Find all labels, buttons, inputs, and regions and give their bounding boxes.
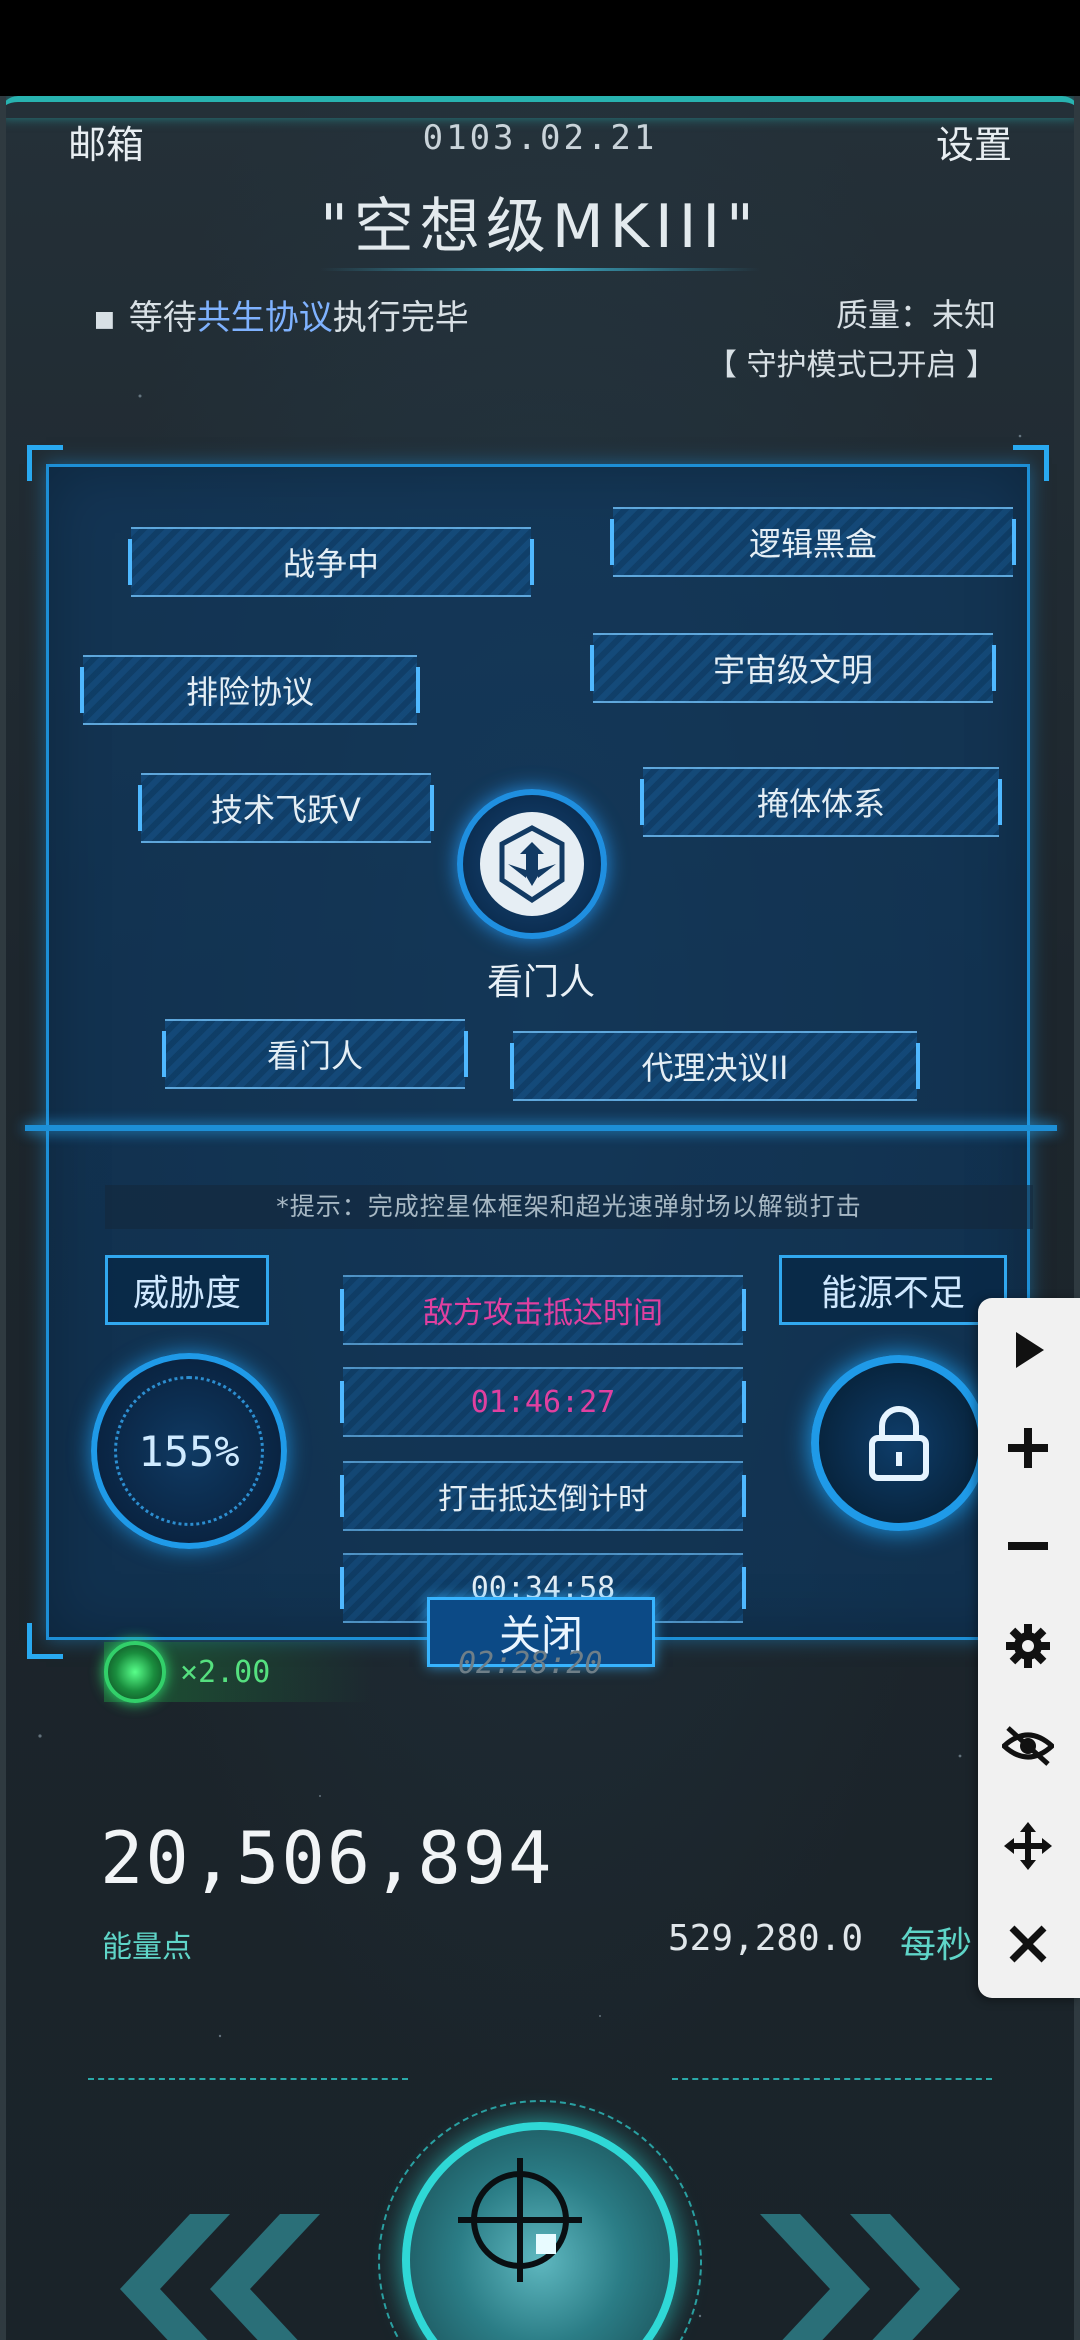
close-icon bbox=[1009, 1925, 1047, 1963]
unlock-hint: *提示：完成控星体框架和超光速弹射场以解锁打击 bbox=[105, 1185, 1033, 1229]
bottom-divider-left bbox=[88, 2078, 408, 2080]
threat-panel: 战争中 逻辑黑盒 排险协议 宇宙级文明 技术飞跃V 掩体体系 看门人 代理决议I… bbox=[25, 445, 1057, 1667]
zoom-in-button[interactable] bbox=[996, 1416, 1060, 1480]
panel-corner bbox=[27, 1623, 63, 1659]
gear-icon bbox=[1006, 1624, 1050, 1668]
panel-corner bbox=[1013, 445, 1049, 481]
move-button[interactable] bbox=[996, 1814, 1060, 1878]
ship-name: "空想级MKIII" bbox=[320, 192, 760, 262]
threat-gauge: 155% bbox=[91, 1353, 287, 1549]
hide-button[interactable] bbox=[996, 1714, 1060, 1778]
energy-value: 20,506,894 bbox=[100, 1816, 554, 1900]
energy-insufficient-label: 能源不足 bbox=[779, 1255, 1007, 1325]
game-screen: 邮箱 0103.02.21 设置 "空想级MKIII" ■ 等待共生协议执行完毕 … bbox=[0, 96, 1080, 2340]
strike-lock-button[interactable] bbox=[811, 1355, 987, 1531]
bullet-icon: ■ bbox=[94, 307, 115, 332]
threat-label: 威胁度 bbox=[105, 1255, 269, 1325]
enemy-arrival-time: 01:46:27 bbox=[470, 1384, 616, 1420]
status-suffix: 执行完毕 bbox=[332, 298, 469, 338]
fire-button[interactable] bbox=[402, 2122, 678, 2340]
play-button[interactable] bbox=[996, 1318, 1060, 1382]
panel-corner bbox=[27, 445, 63, 481]
threat-value: 155% bbox=[114, 1376, 264, 1526]
strike-countdown-label-row: 打击抵达倒计时 bbox=[340, 1461, 746, 1531]
lock-icon bbox=[869, 1406, 929, 1481]
tag-gatekeeper[interactable]: 看门人 bbox=[162, 1019, 468, 1089]
status-bar bbox=[0, 0, 1080, 96]
energy-rate-value: 529,280.0 bbox=[668, 1918, 864, 1959]
status-message: ■ 等待共生协议执行完毕 bbox=[94, 290, 469, 339]
eye-off-icon bbox=[1002, 1726, 1054, 1766]
guard-mode-label: 【 守护模式已开启 】 bbox=[706, 348, 996, 383]
multiplier-icon bbox=[104, 1641, 166, 1703]
close-tool-button[interactable] bbox=[996, 1912, 1060, 1976]
zoom-out-button[interactable] bbox=[996, 1514, 1060, 1578]
panel-divider bbox=[25, 1125, 1057, 1131]
status-highlight: 共生协议 bbox=[196, 298, 333, 338]
bottom-divider-right bbox=[672, 2078, 992, 2080]
quality-label: 质量：未知 bbox=[835, 296, 996, 334]
tag-logic-blackbox[interactable]: 逻辑黑盒 bbox=[610, 507, 1016, 577]
tag-cosmic-civilization[interactable]: 宇宙级文明 bbox=[590, 633, 996, 703]
tag-war[interactable]: 战争中 bbox=[128, 527, 534, 597]
crosshair-icon bbox=[458, 2158, 582, 2282]
plus-icon bbox=[1008, 1428, 1048, 1468]
floating-toolbar bbox=[978, 1298, 1080, 1998]
tag-proxy-resolution[interactable]: 代理决议II bbox=[510, 1031, 920, 1101]
multiplier-badge: ×2.00 bbox=[104, 1641, 374, 1703]
move-icon bbox=[1004, 1822, 1052, 1870]
title-underline bbox=[320, 268, 760, 271]
previous-button[interactable] bbox=[104, 2214, 324, 2340]
tag-tech-leap[interactable]: 技术飞跃V bbox=[138, 773, 434, 843]
multiplier-value: ×2.00 bbox=[180, 1654, 271, 1690]
partial-timer: 02:28:20 bbox=[458, 1646, 603, 1681]
double-chevron-left-icon bbox=[120, 2214, 320, 2340]
enemy-arrival-label: 敌方攻击抵达时间 bbox=[423, 1296, 663, 1331]
enemy-arrival-time-row: 01:46:27 bbox=[340, 1367, 746, 1437]
settings-tool-button[interactable] bbox=[996, 1614, 1060, 1678]
settings-button[interactable]: 设置 bbox=[936, 114, 1012, 169]
next-button[interactable] bbox=[756, 2214, 976, 2340]
double-chevron-right-icon bbox=[760, 2214, 960, 2340]
energy-label: 能量点 bbox=[102, 1930, 192, 1965]
top-row: 邮箱 0103.02.21 设置 bbox=[0, 114, 1080, 174]
tag-shelter-system[interactable]: 掩体体系 bbox=[640, 767, 1002, 837]
strike-countdown-label: 打击抵达倒计时 bbox=[438, 1482, 648, 1517]
tag-risk-protocol[interactable]: 排险协议 bbox=[80, 655, 420, 725]
gatekeeper-emblem[interactable] bbox=[457, 789, 607, 939]
play-icon bbox=[1016, 1332, 1044, 1368]
enemy-arrival-label-row: 敌方攻击抵达时间 bbox=[340, 1275, 746, 1345]
emblem-label: 看门人 bbox=[486, 962, 595, 1003]
game-date: 0103.02.21 bbox=[422, 118, 658, 158]
minus-icon bbox=[1008, 1542, 1048, 1550]
status-prefix: 等待 bbox=[128, 298, 197, 338]
gatekeeper-emblem-icon bbox=[480, 812, 584, 916]
energy-rate-unit: 每秒 bbox=[900, 1925, 973, 1966]
